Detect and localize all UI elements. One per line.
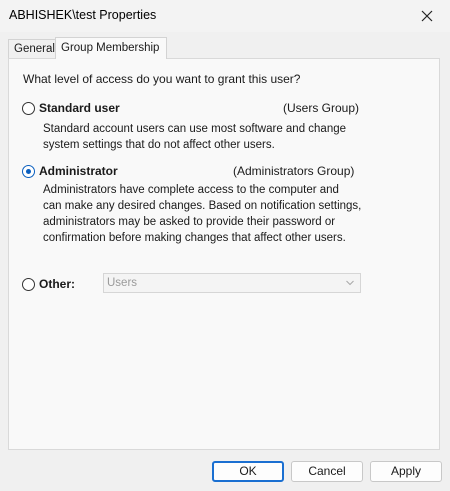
standard-user-radio[interactable] xyxy=(22,102,35,115)
description-line: Administrators have complete access to t… xyxy=(43,184,339,196)
cancel-button[interactable]: Cancel xyxy=(291,461,363,482)
chevron-down-icon xyxy=(346,280,354,286)
access-question: What level of access do you want to gran… xyxy=(23,72,301,86)
ok-button[interactable]: OK xyxy=(212,461,284,482)
description-line: administrators may be asked to provide t… xyxy=(43,216,336,228)
administrator-group: (Administrators Group) xyxy=(233,164,355,178)
tab-panel xyxy=(8,58,440,450)
standard-user-description: Standard account users can use most soft… xyxy=(43,121,373,153)
description-line: confirmation before making changes that … xyxy=(43,232,346,244)
administrator-radio[interactable] xyxy=(22,165,35,178)
window-title: ABHISHEK\test Properties xyxy=(9,8,157,22)
administrator-description: Administrators have complete access to t… xyxy=(43,182,373,246)
apply-button[interactable]: Apply xyxy=(370,461,442,482)
description-line: Standard account users can use most soft… xyxy=(43,123,347,135)
title-bar: ABHISHEK\test Properties xyxy=(0,0,450,32)
other-group-combobox[interactable]: Users xyxy=(103,273,361,293)
other-radio[interactable] xyxy=(22,278,35,291)
tab-strip: General Group Membership xyxy=(0,37,450,59)
combobox-value: Users xyxy=(107,277,138,289)
standard-user-group: (Users Group) xyxy=(283,101,360,115)
tab-group-membership[interactable]: Group Membership xyxy=(55,37,167,59)
standard-user-label[interactable]: Standard user xyxy=(39,101,120,115)
other-label[interactable]: Other: xyxy=(39,277,75,291)
description-line: system settings that do not affect other… xyxy=(43,139,275,151)
tab-general[interactable]: General xyxy=(8,39,60,58)
close-button[interactable] xyxy=(404,0,450,32)
close-icon xyxy=(421,10,433,22)
description-line: can make any desired changes. Based on n… xyxy=(43,200,362,212)
administrator-label[interactable]: Administrator xyxy=(39,164,118,178)
